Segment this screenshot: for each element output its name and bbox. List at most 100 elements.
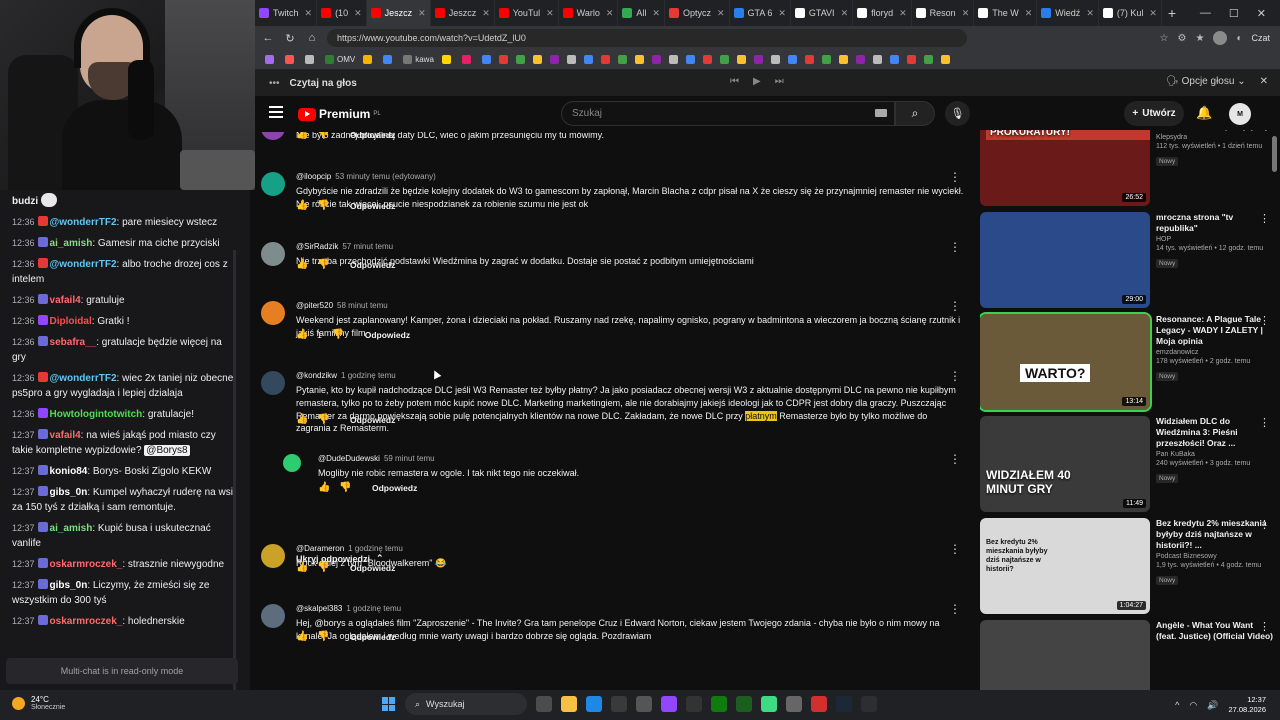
chat-username[interactable]: Diploidal bbox=[50, 316, 92, 327]
tab-close-icon[interactable]: ✕ bbox=[841, 8, 849, 19]
chat-username[interactable]: Howtologintotwitch bbox=[50, 409, 143, 420]
bookmark-item[interactable] bbox=[940, 55, 950, 64]
dislike-icon[interactable]: 👎 bbox=[317, 414, 329, 425]
tab-close-icon[interactable]: ✕ bbox=[418, 8, 426, 19]
chat-username[interactable]: @wonderrTF2 bbox=[50, 259, 117, 270]
comment-time[interactable]: 1 godzinę temu bbox=[346, 604, 401, 613]
bookmark-item[interactable] bbox=[532, 55, 542, 64]
page-scrollbar[interactable] bbox=[1272, 136, 1277, 172]
bookmark-item[interactable] bbox=[461, 55, 474, 64]
video-menu-icon[interactable]: ⋮ bbox=[1259, 620, 1270, 633]
bookmark-item[interactable] bbox=[651, 55, 661, 64]
voice-options-button[interactable]: 🗣 Opcje głosu ⌄ bbox=[1166, 76, 1245, 87]
taskbar-search[interactable]: ⌕ Wyszukaj bbox=[405, 693, 527, 715]
video-thumbnail[interactable] bbox=[980, 620, 1150, 690]
comment-author[interactable]: @iloopcip bbox=[296, 172, 331, 181]
chat-username[interactable]: konio84 bbox=[50, 466, 88, 477]
chat-username[interactable]: gibs_0n bbox=[50, 580, 88, 591]
comment-menu-icon[interactable]: ⋮ bbox=[949, 453, 961, 465]
tab-close-icon[interactable]: ✕ bbox=[962, 8, 970, 19]
video-channel[interactable]: Podcast Biznesowy bbox=[1156, 553, 1274, 560]
like-icon[interactable]: 👍 bbox=[296, 631, 308, 642]
bookmark-item[interactable] bbox=[719, 55, 729, 64]
commenter-avatar[interactable] bbox=[283, 454, 301, 472]
comment-menu-icon[interactable]: ⋮ bbox=[949, 241, 961, 253]
bookmark-item[interactable] bbox=[668, 55, 678, 64]
bookmark-item[interactable] bbox=[285, 55, 297, 64]
video-title[interactable]: mroczna strona "tv republika" bbox=[1156, 212, 1274, 234]
related-video[interactable]: PISMO TRAFIA DO PROKURATURY! 26:52 Ta Pisa… bbox=[980, 130, 1272, 206]
reply-button[interactable]: Odpowiedz bbox=[350, 632, 395, 642]
youtube-logo[interactable]: Premium PL bbox=[298, 107, 381, 121]
favorites-icon[interactable]: ★ bbox=[1195, 33, 1204, 44]
reload-icon[interactable]: ↻ bbox=[283, 32, 297, 45]
weather-widget[interactable]: 24°C Słonecznie bbox=[12, 695, 65, 711]
play-icon[interactable]: ▶ bbox=[753, 76, 761, 87]
profile-avatar[interactable] bbox=[1213, 31, 1228, 45]
edge-icon[interactable] bbox=[586, 696, 602, 712]
related-video[interactable]: Bez kredytu 2% mieszkania byłyby dziś na… bbox=[980, 518, 1270, 614]
browser-tab[interactable]: floryd ✕ bbox=[853, 0, 912, 26]
reply-button[interactable]: Odpowiedz bbox=[350, 201, 395, 211]
bookmark-item[interactable] bbox=[617, 55, 627, 64]
tab-close-icon[interactable]: ✕ bbox=[1025, 8, 1033, 19]
bookmark-item[interactable] bbox=[838, 55, 848, 64]
terminal-icon[interactable] bbox=[686, 696, 702, 712]
bookmark-item[interactable] bbox=[685, 55, 695, 64]
like-icon[interactable]: 👍 bbox=[296, 200, 308, 211]
browser-tab[interactable]: Warlo ✕ bbox=[559, 0, 619, 26]
bookmark-item[interactable] bbox=[855, 55, 865, 64]
chevron-up-icon[interactable]: ^ bbox=[1175, 700, 1179, 710]
comment-menu-icon[interactable]: ⋮ bbox=[949, 300, 961, 312]
bookmark-item[interactable] bbox=[600, 55, 610, 64]
bookmark-item[interactable] bbox=[753, 55, 763, 64]
czat-button[interactable]: Czat bbox=[1251, 33, 1270, 43]
reply-button[interactable]: Odpowiedz bbox=[365, 330, 410, 340]
create-button[interactable]: + Utwórz bbox=[1124, 101, 1184, 126]
comment-author[interactable]: @Darameron bbox=[296, 544, 344, 553]
comment-author[interactable]: @piter520 bbox=[296, 301, 333, 310]
video-thumbnail[interactable]: Bez kredytu 2% mieszkania byłyby dziś na… bbox=[980, 518, 1150, 614]
video-thumbnail[interactable]: 29:00 bbox=[980, 212, 1150, 308]
video-channel[interactable]: emzdanowicz bbox=[1156, 349, 1274, 356]
tab-close-icon[interactable]: ✕ bbox=[354, 8, 362, 19]
new-tab-button[interactable]: + bbox=[1162, 5, 1182, 21]
browser-tab[interactable]: Jeszcz ✕ bbox=[366, 0, 431, 26]
bookmark-item[interactable] bbox=[383, 55, 395, 64]
bookmark-item[interactable] bbox=[872, 55, 882, 64]
close-read-aloud-icon[interactable]: ✕ bbox=[1260, 76, 1268, 87]
commenter-avatar[interactable] bbox=[261, 544, 285, 568]
windows-start-icon[interactable] bbox=[382, 697, 396, 711]
related-video[interactable]: WARTO? 13:14 Resonance: A Plague Tale Lega… bbox=[980, 312, 1270, 412]
tab-close-icon[interactable]: ✕ bbox=[305, 8, 313, 19]
like-icon[interactable]: 👍 bbox=[296, 259, 308, 270]
bookmark-item[interactable] bbox=[549, 55, 559, 64]
previous-icon[interactable]: ⏮ bbox=[730, 76, 739, 87]
store-icon[interactable] bbox=[636, 696, 652, 712]
tab-close-icon[interactable]: ✕ bbox=[717, 8, 725, 19]
voice-search-button[interactable]: 🎙 bbox=[945, 101, 970, 126]
comment-author[interactable]: @SirRadzik bbox=[296, 242, 338, 251]
browser-tab[interactable]: YouTul ✕ bbox=[495, 0, 559, 26]
bookmark-item[interactable] bbox=[804, 55, 814, 64]
notifications-bell-icon[interactable]: 🔔 bbox=[1196, 105, 1212, 121]
dislike-icon[interactable]: 👎 bbox=[317, 132, 329, 140]
mic-tray-icon[interactable] bbox=[861, 696, 877, 712]
bookmark-item[interactable] bbox=[566, 55, 576, 64]
bookmark-item[interactable] bbox=[787, 55, 797, 64]
video-menu-icon[interactable]: ⋮ bbox=[1259, 212, 1270, 225]
dislike-icon[interactable]: 👎 bbox=[332, 329, 344, 340]
chat-username[interactable]: @wonderrTF2 bbox=[50, 217, 117, 228]
comment-menu-icon[interactable]: ⋮ bbox=[949, 543, 961, 555]
browser-tab[interactable]: GTA 6 ✕ bbox=[730, 0, 791, 26]
commenter-avatar[interactable] bbox=[261, 242, 285, 266]
chat-username[interactable]: vafail4 bbox=[50, 295, 81, 306]
comment-time[interactable]: 53 minuty temu (edytowany) bbox=[335, 172, 436, 181]
video-menu-icon[interactable]: ⋮ bbox=[1259, 518, 1270, 531]
comment-author[interactable]: @DudeDudewski bbox=[318, 454, 380, 463]
comment-time[interactable]: 1 godzinę temu bbox=[341, 371, 396, 380]
minimize-icon[interactable]: — bbox=[1200, 7, 1211, 20]
bookmark-item[interactable] bbox=[770, 55, 780, 64]
dislike-icon[interactable]: 👎 bbox=[317, 259, 329, 270]
tab-close-icon[interactable]: ✕ bbox=[899, 8, 907, 19]
